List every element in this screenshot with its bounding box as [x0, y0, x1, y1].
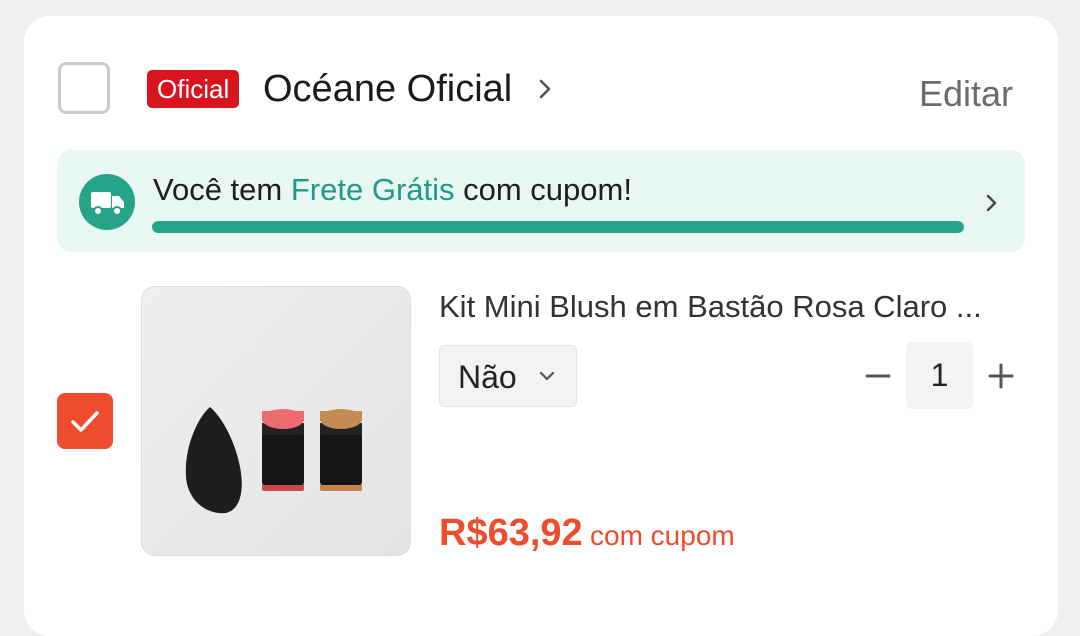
checkmark-icon [71, 411, 99, 432]
chevron-down-icon [539, 371, 555, 381]
free-shipping-highlight: Frete Grátis [290, 172, 455, 207]
variant-value: Não [458, 359, 517, 395]
official-badge: Oficial [147, 70, 240, 108]
shipping-message: Você tem Frete Grátis com cupom! [153, 172, 632, 207]
increase-quantity-button[interactable] [985, 360, 1017, 392]
shipping-progress-bar [152, 221, 964, 233]
product-image[interactable] [141, 286, 411, 556]
variant-selector[interactable]: Não [439, 345, 577, 407]
item-select-checkbox[interactable] [57, 393, 113, 449]
edit-button[interactable]: Editar [919, 72, 1013, 116]
product-price: R$63,92 [439, 512, 583, 554]
shop-name[interactable]: Océane Oficial [263, 66, 512, 112]
shipping-progress-fill [152, 221, 964, 233]
product-title[interactable]: Kit Mini Blush em Bastão Rosa Claro ... [439, 286, 1024, 328]
shop-select-checkbox[interactable] [58, 62, 110, 114]
quantity-value[interactable]: 1 [906, 342, 973, 409]
chevron-right-icon[interactable] [984, 190, 1000, 216]
price-coupon-note: com cupom [590, 520, 735, 551]
chevron-right-icon[interactable] [536, 76, 556, 102]
decrease-quantity-button[interactable] [862, 360, 894, 392]
truck-icon [79, 174, 135, 230]
